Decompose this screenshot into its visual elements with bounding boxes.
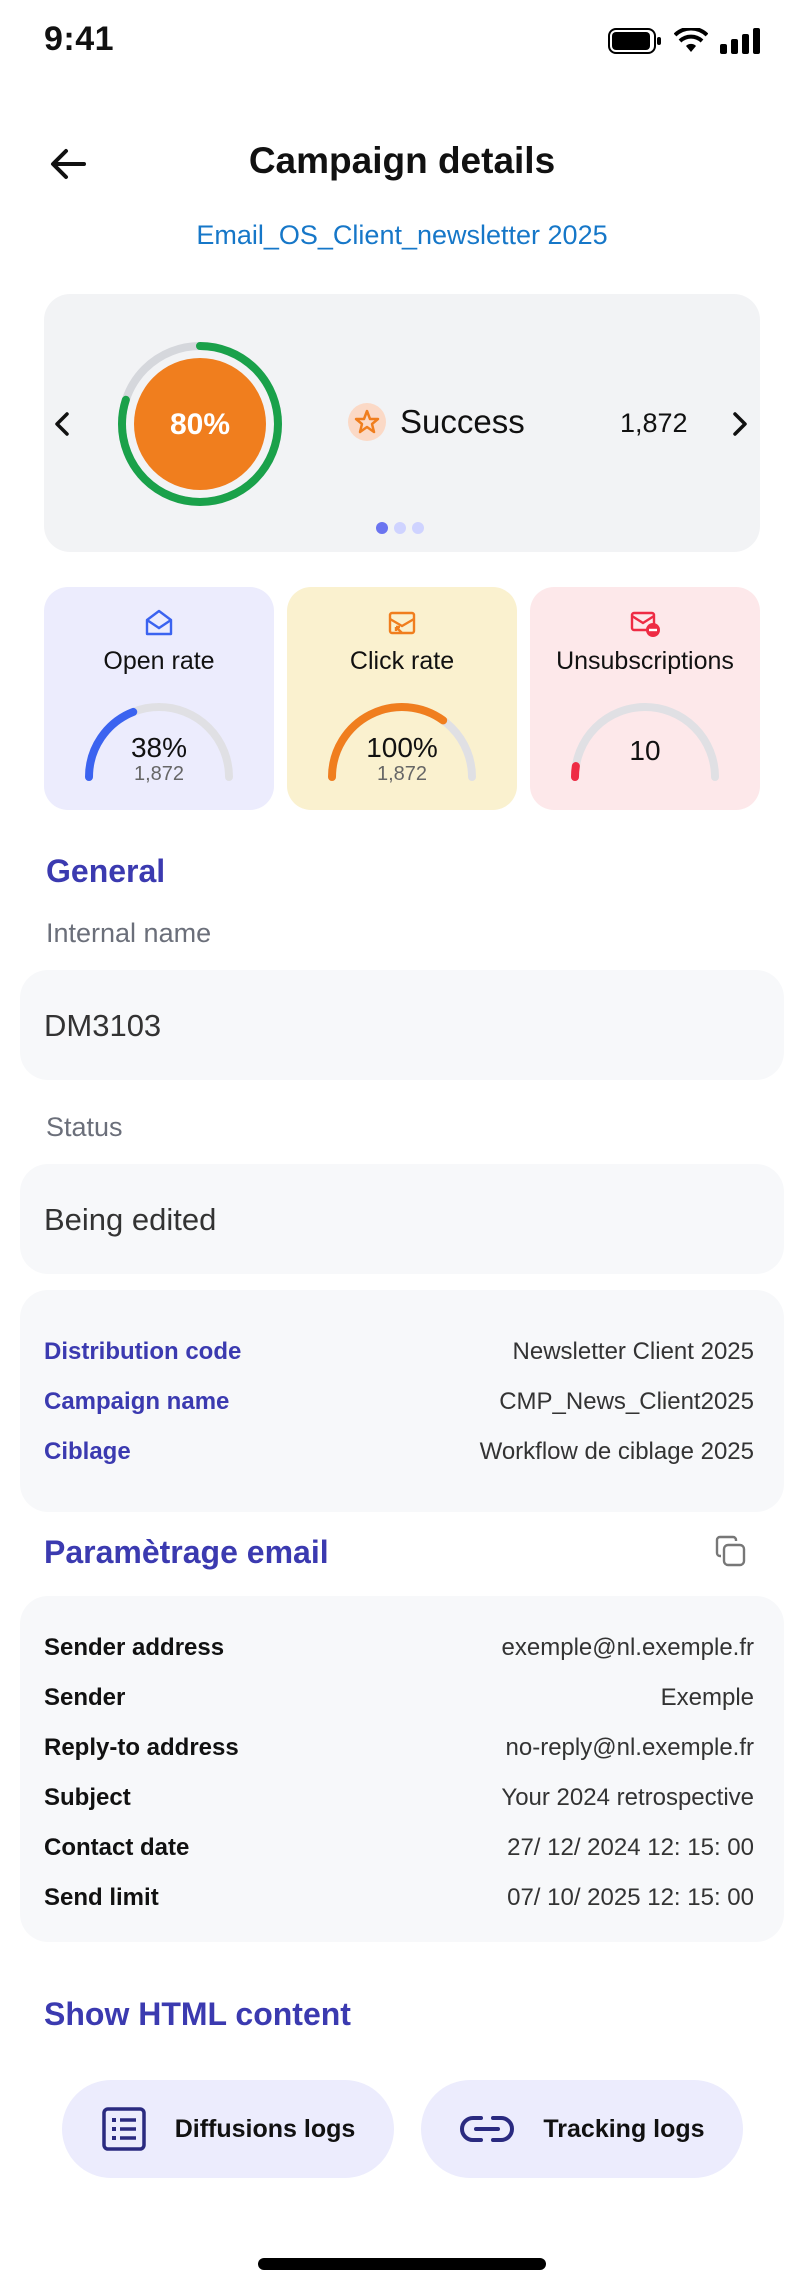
email-value: no-reply@nl.exemple.fr [505,1734,754,1761]
status-field[interactable]: Being edited [20,1164,784,1274]
detail-value: Workflow de ciblage 2025 [479,1438,754,1465]
diffusion-logs-label: Diffusions logs [174,2114,356,2143]
email-row: Sender address exemple@nl.exemple.fr [44,1634,754,1662]
home-indicator [258,2258,546,2270]
section-title-general: General [46,853,166,889]
envelope-open-icon [145,609,173,636]
email-value: exemple@nl.exemple.fr [501,1634,754,1661]
detail-key: Distribution code [44,1338,242,1365]
campaign-details-panel: Distribution code Newsletter Client 2025 … [20,1290,784,1512]
campaign-subtitle: Email_OS_Client_newsletter 2025 [196,220,608,250]
open-rate-card[interactable]: Open rate 38% 1,872 [44,587,274,810]
email-key: Send limit [44,1884,159,1911]
email-value: Your 2024 retrospective [501,1784,754,1811]
battery-icon [608,28,661,54]
status-label: Status [46,1112,123,1142]
tracking-logs-button[interactable]: Tracking logs [421,2080,743,2178]
internal-name-label: Internal name [46,918,212,948]
success-percent: 80% [170,408,230,441]
envelope-minus-icon [630,611,660,637]
status-bar-time: 9:41 [44,20,115,58]
stat-count: 1,872 [376,763,428,785]
show-html-link[interactable]: Show HTML content [44,1996,351,2033]
internal-name-field[interactable]: DM3103 [20,970,784,1080]
email-key: Sender [44,1684,126,1711]
copy-icon[interactable] [714,1535,748,1569]
email-value: 27/ 12/ 2024 12: 15: 00 [507,1834,754,1861]
page-dot[interactable] [376,522,388,534]
star-badge-icon [348,403,386,441]
status-value: Being edited [44,1202,217,1237]
stat-label: Open rate [103,647,215,675]
click-rate-card[interactable]: Click rate 100% 1,872 [287,587,517,810]
detail-row: Distribution code Newsletter Client 2025 [44,1338,754,1366]
email-row: Sender Exemple [44,1684,754,1712]
email-row: Contact date 27/ 12/ 2024 12: 15: 00 [44,1834,754,1862]
signal-icon [720,28,760,54]
tracking-logs-label: Tracking logs [543,2114,705,2143]
page-title: Campaign details [248,140,556,181]
detail-row: Campaign name CMP_News_Client2025 [44,1388,754,1416]
chevron-left-icon[interactable] [42,404,82,444]
email-key: Contact date [44,1834,190,1861]
page-dot[interactable] [394,522,406,534]
detail-key: Ciblage [44,1438,131,1465]
detail-key: Campaign name [44,1388,230,1415]
section-title-email-settings: Paramètrage email [44,1534,329,1570]
diffusion-logs-button[interactable]: Diffusions logs [62,2080,394,2178]
email-row: Reply-to address no-reply@nl.exemple.fr [44,1734,754,1762]
stat-value: 100% [366,732,438,763]
internal-name-value: DM3103 [44,1008,162,1043]
email-key: Subject [44,1784,131,1811]
list-icon [101,2107,146,2151]
detail-row: Ciblage Workflow de ciblage 2025 [44,1438,754,1466]
click-cursor-icon [388,611,416,635]
email-key: Reply-to address [44,1734,239,1761]
success-count: 1,872 [620,408,688,438]
stat-label: Click rate [349,647,455,675]
email-settings-panel: Sender address exemple@nl.exemple.fr Send… [20,1596,784,1942]
stat-value: 10 [629,735,661,766]
stat-label: Unsubscriptions [556,647,734,675]
status-label: Success [400,403,525,440]
page-dot[interactable] [412,522,424,534]
wifi-icon [674,28,708,52]
status-bar-icons [608,28,760,54]
detail-value: CMP_News_Client2025 [499,1388,754,1415]
stat-count: 1,872 [133,763,185,785]
success-ring: 80% [118,342,282,506]
carousel-pagination [376,522,424,534]
detail-value: Newsletter Client 2025 [512,1338,754,1365]
email-value: 07/ 10/ 2025 12: 15: 00 [507,1884,754,1911]
email-value: Exemple [660,1684,754,1711]
email-row: Subject Your 2024 retrospective [44,1784,754,1812]
stat-value: 38% [130,732,188,763]
unsubscriptions-card[interactable]: Unsubscriptions 10 [530,587,760,810]
email-row: Send limit 07/ 10/ 2025 12: 15: 00 [44,1884,754,1912]
email-key: Sender address [44,1634,225,1661]
chevron-right-icon[interactable] [720,404,760,444]
link-icon [460,2116,515,2142]
